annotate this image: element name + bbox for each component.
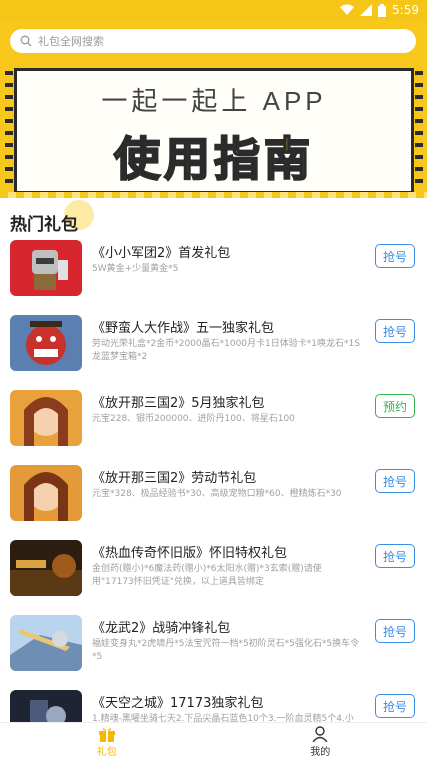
- status-icons: 5:59: [340, 2, 419, 18]
- wifi-icon: [340, 4, 355, 15]
- grab-button[interactable]: 抢号: [375, 694, 415, 718]
- banner[interactable]: 礼包全网搜索 一起一起上 APP 使用指南: [0, 20, 427, 198]
- game-icon: [10, 540, 82, 596]
- tab-mine[interactable]: 我的: [214, 723, 427, 760]
- gift-name: 《放开那三国2》劳动节礼包: [92, 471, 257, 486]
- list-item[interactable]: 《野蛮人大作战》五一独家礼包 劳动光荣礼盒*2金币*2000晶石*1000月卡1…: [0, 307, 427, 379]
- reserve-button[interactable]: 预约: [375, 394, 415, 418]
- grab-button[interactable]: 抢号: [375, 244, 415, 268]
- binder-rings-right: [415, 71, 423, 191]
- banner-title: 使用指南: [113, 131, 314, 187]
- gift-desc: 福娃变身丸*2虎啸丹*5法宝咒符一档*5初阶灵石*5强化石*5换车令*5: [92, 639, 360, 662]
- guide-banner-card[interactable]: 一起一起上 APP 使用指南: [5, 68, 423, 194]
- list-item[interactable]: 《小小军团2》首发礼包 5W黄金+少量黄金*5 抢号: [0, 232, 427, 304]
- search-input[interactable]: 礼包全网搜索: [10, 29, 416, 53]
- gift-name: 《野蛮人大作战》五一独家礼包: [92, 321, 275, 336]
- banner-stripe: [0, 192, 427, 198]
- tab-label: 礼包: [96, 746, 117, 758]
- game-icon: [10, 465, 82, 521]
- grab-button[interactable]: 抢号: [375, 319, 415, 343]
- battery-icon: [378, 3, 387, 17]
- gift-name: 《龙武2》战骑冲锋礼包: [92, 621, 231, 636]
- banner-headline: 一起一起上 APP: [101, 86, 327, 116]
- binder-rings-left: [5, 71, 13, 191]
- gift-desc: 元宝228、银币200000、进阶丹100、将星石100: [92, 414, 295, 424]
- grab-button[interactable]: 抢号: [375, 469, 415, 493]
- user-icon: [312, 725, 328, 742]
- gift-desc: 金创药(赠小)*6魔法药(赠小)*6太阳水(赠)*3玄索(赠)请使用"17173…: [92, 564, 322, 587]
- gift-name: 《天空之城》17173独家礼包: [92, 696, 264, 711]
- gift-desc: 劳动光荣礼盒*2金币*2000晶石*1000月卡1日体验卡*1唤龙石*1S龙蓝梦…: [92, 339, 360, 362]
- gift-name: 《放开那三国2》5月独家礼包: [92, 396, 265, 411]
- grab-button[interactable]: 抢号: [375, 619, 415, 643]
- game-icon: [10, 615, 82, 671]
- grab-button[interactable]: 抢号: [375, 544, 415, 568]
- gift-name: 《小小军团2》首发礼包: [92, 246, 231, 261]
- game-icon: [10, 390, 82, 446]
- search-placeholder: 礼包全网搜索: [38, 35, 104, 48]
- game-icon: [10, 240, 82, 296]
- gift-icon: [98, 727, 115, 742]
- tab-bar: 礼包 我的: [0, 722, 427, 760]
- status-time: 5:59: [392, 3, 419, 17]
- gift-desc: 元宝*328、极品经验书*30、高级宠物口粮*60、橙精炼石*30: [92, 489, 342, 499]
- list-item[interactable]: 《龙武2》战骑冲锋礼包 福娃变身丸*2虎啸丹*5法宝咒符一档*5初阶灵石*5强化…: [0, 607, 427, 679]
- gift-desc: 5W黄金+少量黄金*5: [92, 264, 179, 274]
- list-item[interactable]: 《放开那三国2》劳动节礼包 元宝*328、极品经验书*30、高级宠物口粮*60、…: [0, 457, 427, 529]
- status-bar: 5:59: [0, 0, 427, 20]
- tab-gifts[interactable]: 礼包: [0, 723, 214, 760]
- search-icon: [20, 35, 32, 47]
- tab-label: 我的: [310, 746, 331, 758]
- gift-name: 《热血传奇怀旧版》怀旧特权礼包: [92, 546, 288, 561]
- list-item[interactable]: 《放开那三国2》5月独家礼包 元宝228、银币200000、进阶丹100、将星石…: [0, 382, 427, 454]
- game-icon: [10, 315, 82, 371]
- signal-icon: [360, 4, 373, 16]
- list-item[interactable]: 《热血传奇怀旧版》怀旧特权礼包 金创药(赠小)*6魔法药(赠小)*6太阳水(赠)…: [0, 532, 427, 604]
